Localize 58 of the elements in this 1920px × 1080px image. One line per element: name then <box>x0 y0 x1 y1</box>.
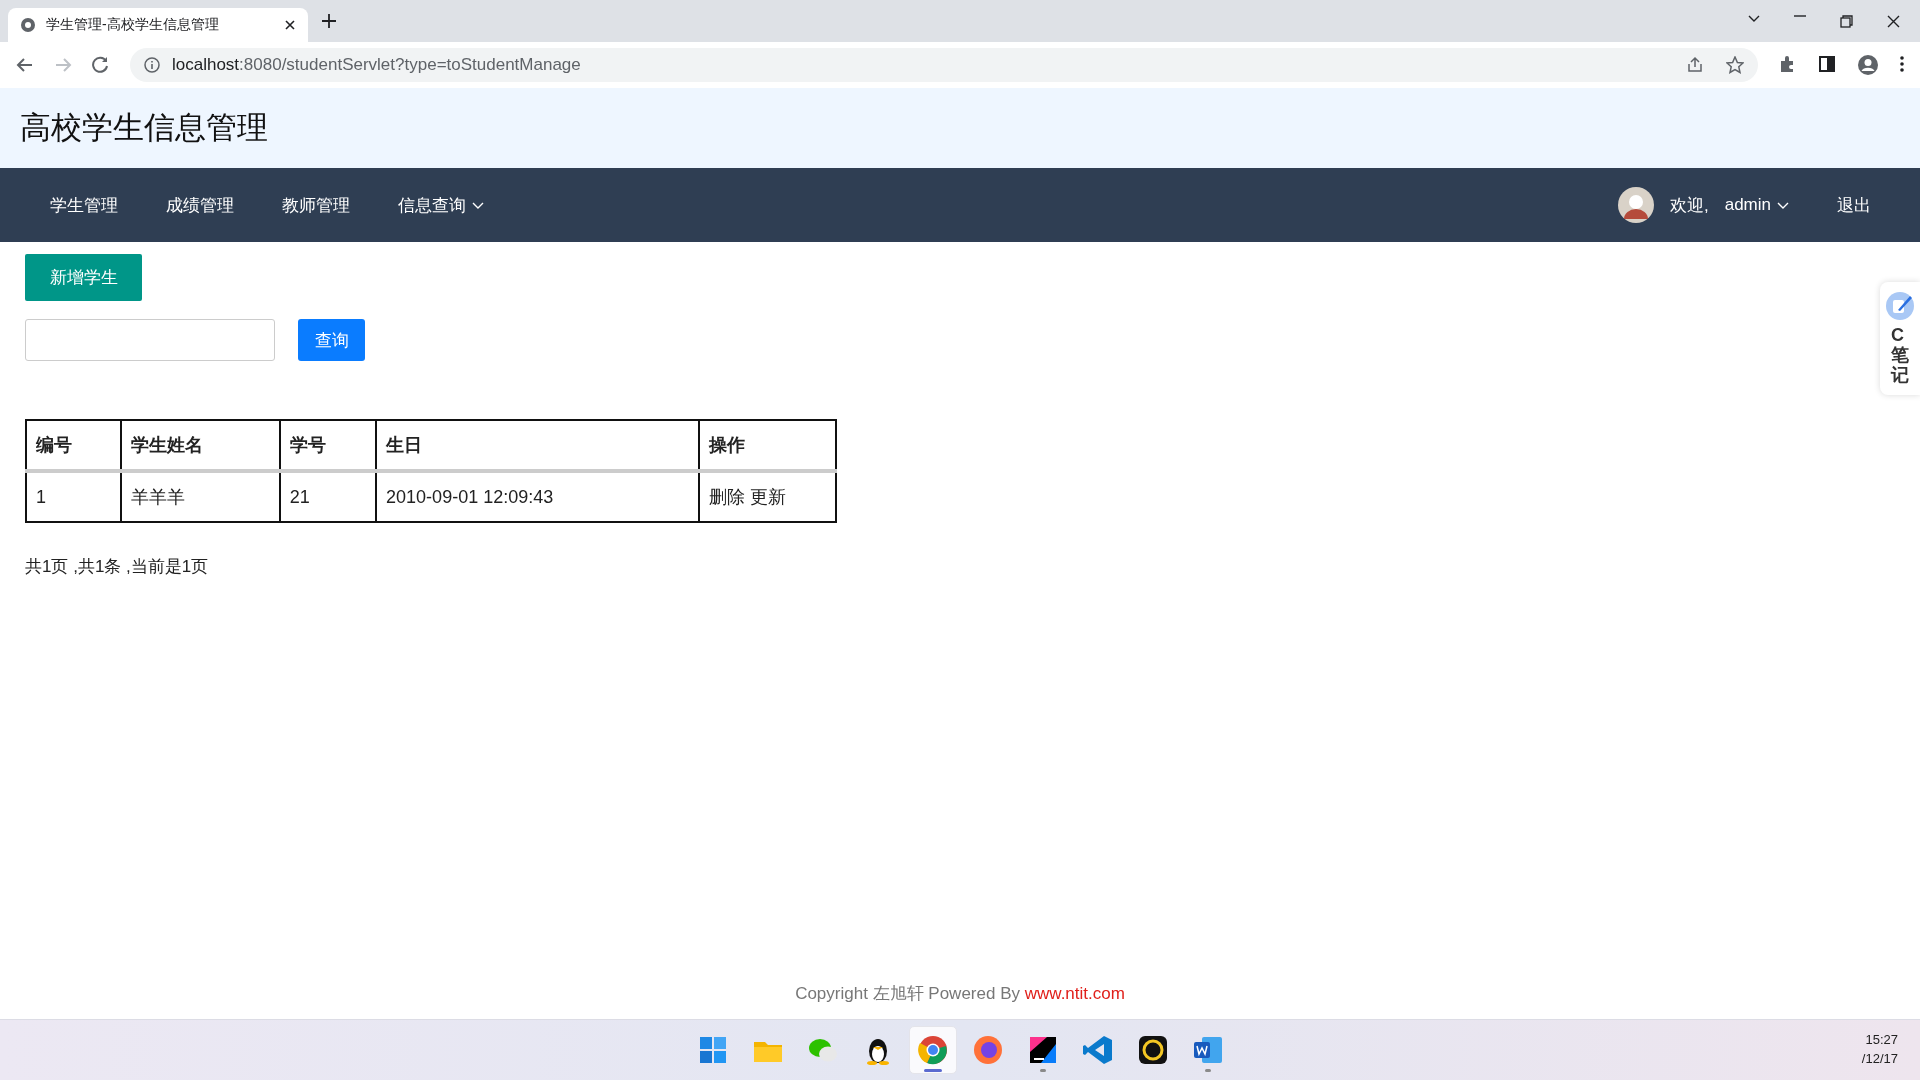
add-student-button[interactable]: 新增学生 <box>25 254 142 301</box>
pagination-text: 共1页 ,共1条 ,当前是1页 <box>25 556 210 578</box>
search-field[interactable] <box>25 319 275 361</box>
nav-item[interactable]: 学生管理 <box>25 193 142 217</box>
clock-date: /12/17 <box>1861 1050 1898 1068</box>
column-header: 操作 <box>699 420 836 471</box>
restore-icon[interactable] <box>1840 14 1853 28</box>
minimize-icon[interactable] <box>1794 14 1806 17</box>
new-tab-icon[interactable] <box>322 14 336 28</box>
side-panel-icon[interactable] <box>1818 55 1836 73</box>
star-icon[interactable] <box>1726 56 1744 74</box>
info-icon[interactable] <box>144 57 160 73</box>
caret-icon <box>1777 201 1789 209</box>
globe-icon <box>20 17 36 33</box>
fox-icon <box>971 1034 1004 1066</box>
clock-time: 15:27 <box>1864 1031 1898 1049</box>
note-icon <box>1886 292 1914 320</box>
column-header: 学生姓名 <box>121 420 280 471</box>
chevron-down-icon[interactable] <box>1748 14 1760 22</box>
tab-title: 学生管理-高校学生信息管理 <box>46 16 220 34</box>
puzzle-icon[interactable] <box>1778 55 1796 73</box>
browser-tab[interactable]: 学生管理-高校学生信息管理 <box>8 8 308 42</box>
note-widget[interactable]: C笔记 <box>1880 282 1920 396</box>
avatar-icon <box>1617 187 1654 223</box>
nav-item[interactable]: 信息查询 <box>374 193 508 217</box>
user-menu[interactable]: admin <box>1708 195 1813 215</box>
caret-icon <box>472 201 484 209</box>
close-icon[interactable] <box>1887 14 1900 28</box>
share-icon[interactable] <box>1686 56 1704 74</box>
nav-item[interactable]: 成绩管理 <box>142 193 258 217</box>
back-icon[interactable] <box>16 56 34 74</box>
app-icon <box>1136 1034 1169 1066</box>
column-header: 生日 <box>376 420 700 471</box>
action-link[interactable]: 删除 <box>709 487 746 507</box>
search-button[interactable]: 查询 <box>298 319 365 361</box>
action-link[interactable]: 更新 <box>750 487 787 507</box>
word-icon <box>1191 1034 1224 1066</box>
table-cell: 2010-09-01 12:09:43 <box>376 471 700 522</box>
footer-text: Copyright 左旭轩 Powered By www.ntit.com <box>795 983 1125 1005</box>
logout-link[interactable]: 退出 <box>1813 193 1895 217</box>
welcome-text: 欢迎, <box>1668 194 1709 217</box>
url-text: localhost:8080/studentServlet?type=toStudentManage <box>172 55 581 75</box>
browser-icon <box>916 1034 949 1066</box>
column-header: 学号 <box>279 420 377 471</box>
footer-link[interactable]: www.ntit.com <box>1024 984 1125 1003</box>
site-title: 高校学生信息管理 <box>20 109 268 147</box>
close-icon[interactable] <box>284 19 296 31</box>
column-header: 编号 <box>26 420 122 471</box>
more-icon[interactable] <box>1900 55 1904 73</box>
profile-icon[interactable] <box>1858 55 1878 75</box>
code-editor-icon <box>1081 1034 1114 1066</box>
table-cell: 1 <box>26 471 122 522</box>
note-label: C笔记 <box>1891 326 1909 386</box>
reload-icon[interactable] <box>92 56 110 74</box>
address-bar[interactable]: localhost:8080/studentServlet?type=toStudentManage <box>130 48 1758 82</box>
nav-item[interactable]: 教师管理 <box>258 193 374 217</box>
table-cell: 羊羊羊 <box>121 471 280 522</box>
table-cell: 21 <box>279 471 377 522</box>
